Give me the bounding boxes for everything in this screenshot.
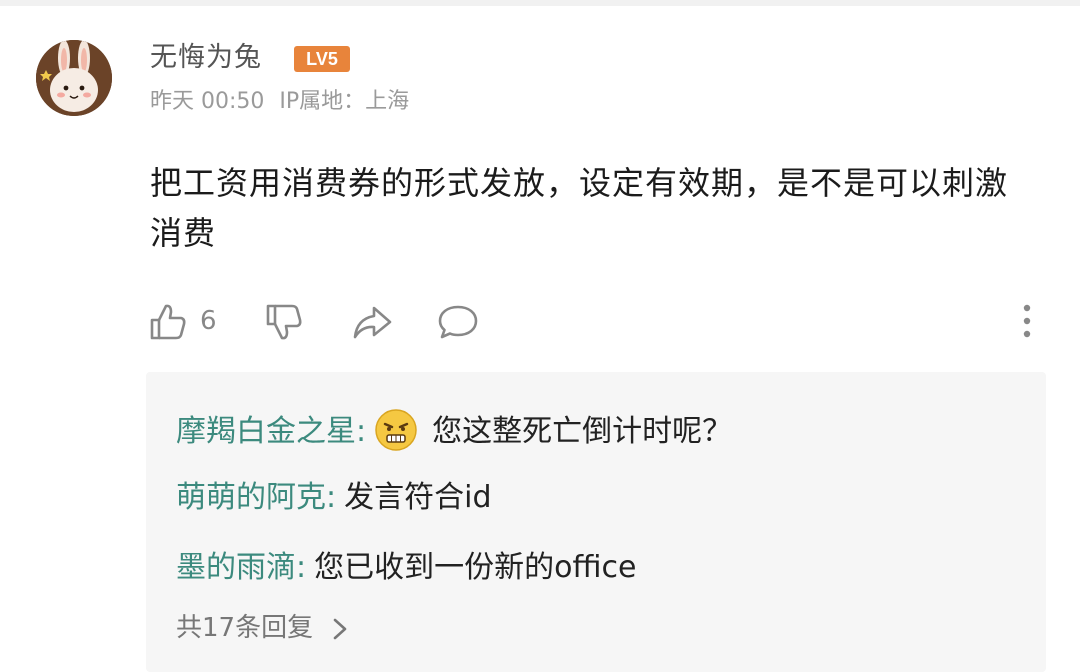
view-more-replies-link[interactable]: 共17条回复 [176,608,351,648]
replies-preview: 摩羯白金之星: 您这整死亡倒计时呢？ 萌萌的阿克: 发言符合id 墨的雨滴: 您已收… [146,372,1046,672]
level-badge: LV5 [294,46,350,72]
post-time: 昨天 00:50 [150,89,265,114]
chevron-right-icon [334,618,347,639]
ip-location: IP属地：上海 [279,89,410,114]
share-button[interactable] [350,300,394,348]
comment-button[interactable] [436,300,480,348]
like-count: 6 [200,306,217,336]
more-options-button[interactable] [1012,302,1042,346]
post-content: 把工资用消费券的形式发放，设定有效期，是不是可以刺激消费 [150,164,1009,252]
rabbit-avatar-icon [36,40,112,116]
reply-item[interactable]: 萌萌的阿克: 发言符合id [176,476,492,520]
thumbs-down-icon [266,304,302,340]
username[interactable]: 无悔为兔 [150,40,262,76]
reply-item[interactable]: 摩羯白金之星: 您这整死亡倒计时呢？ [176,408,733,454]
level-text: LV5 [306,49,338,69]
vertical-dots-icon [1023,304,1031,338]
more-replies-label: 共17条回复 [176,613,314,643]
grimace-emoji-icon [375,408,417,451]
reply-item[interactable]: 墨的雨滴: 您已收到一份新的office [176,546,636,590]
share-icon [353,306,392,339]
reply-author[interactable]: 摩羯白金之星 [176,414,356,449]
thumbs-up-icon [150,304,186,340]
comment-bubble-icon [438,305,478,339]
reply-text: 您已收到一份新的office [314,550,637,585]
top-divider [0,0,1080,6]
reply-text: 发言符合id [344,480,492,515]
post-meta: 昨天 00:50 IP属地：上海 [150,86,417,118]
action-bar: 6 [0,292,1080,352]
avatar[interactable] [36,40,112,116]
reply-text: 您这整死亡倒计时呢？ [432,414,733,449]
reply-author[interactable]: 萌萌的阿克 [176,480,326,515]
dislike-button[interactable] [262,300,306,348]
reply-author[interactable]: 墨的雨滴 [176,550,296,585]
like-button[interactable] [146,300,190,348]
